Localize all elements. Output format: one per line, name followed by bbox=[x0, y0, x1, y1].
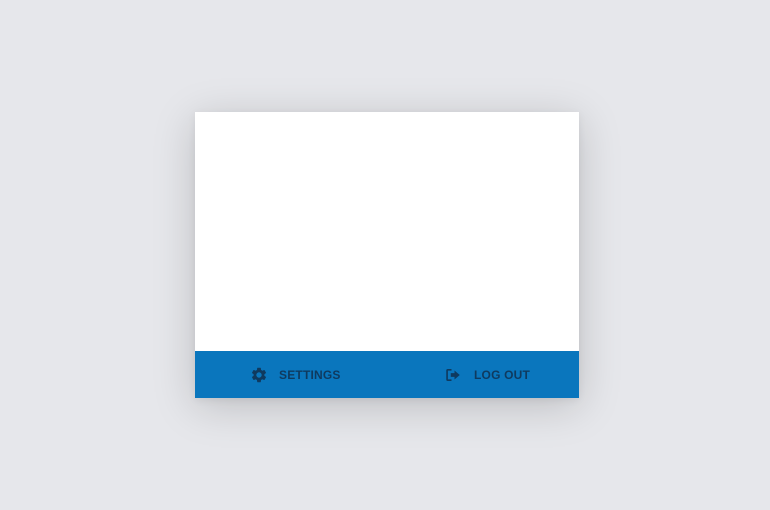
panel-card: SETTINGS LOG OUT bbox=[195, 112, 579, 398]
logout-label: LOG OUT bbox=[474, 367, 531, 382]
logout-button[interactable]: LOG OUT bbox=[443, 351, 530, 398]
page: SETTINGS LOG OUT bbox=[0, 0, 770, 510]
panel-footer: SETTINGS LOG OUT bbox=[195, 351, 579, 398]
panel-content bbox=[195, 112, 579, 351]
gear-icon bbox=[249, 365, 269, 385]
settings-label: SETTINGS bbox=[279, 367, 341, 382]
logout-icon bbox=[443, 365, 463, 385]
settings-button[interactable]: SETTINGS bbox=[249, 351, 341, 398]
